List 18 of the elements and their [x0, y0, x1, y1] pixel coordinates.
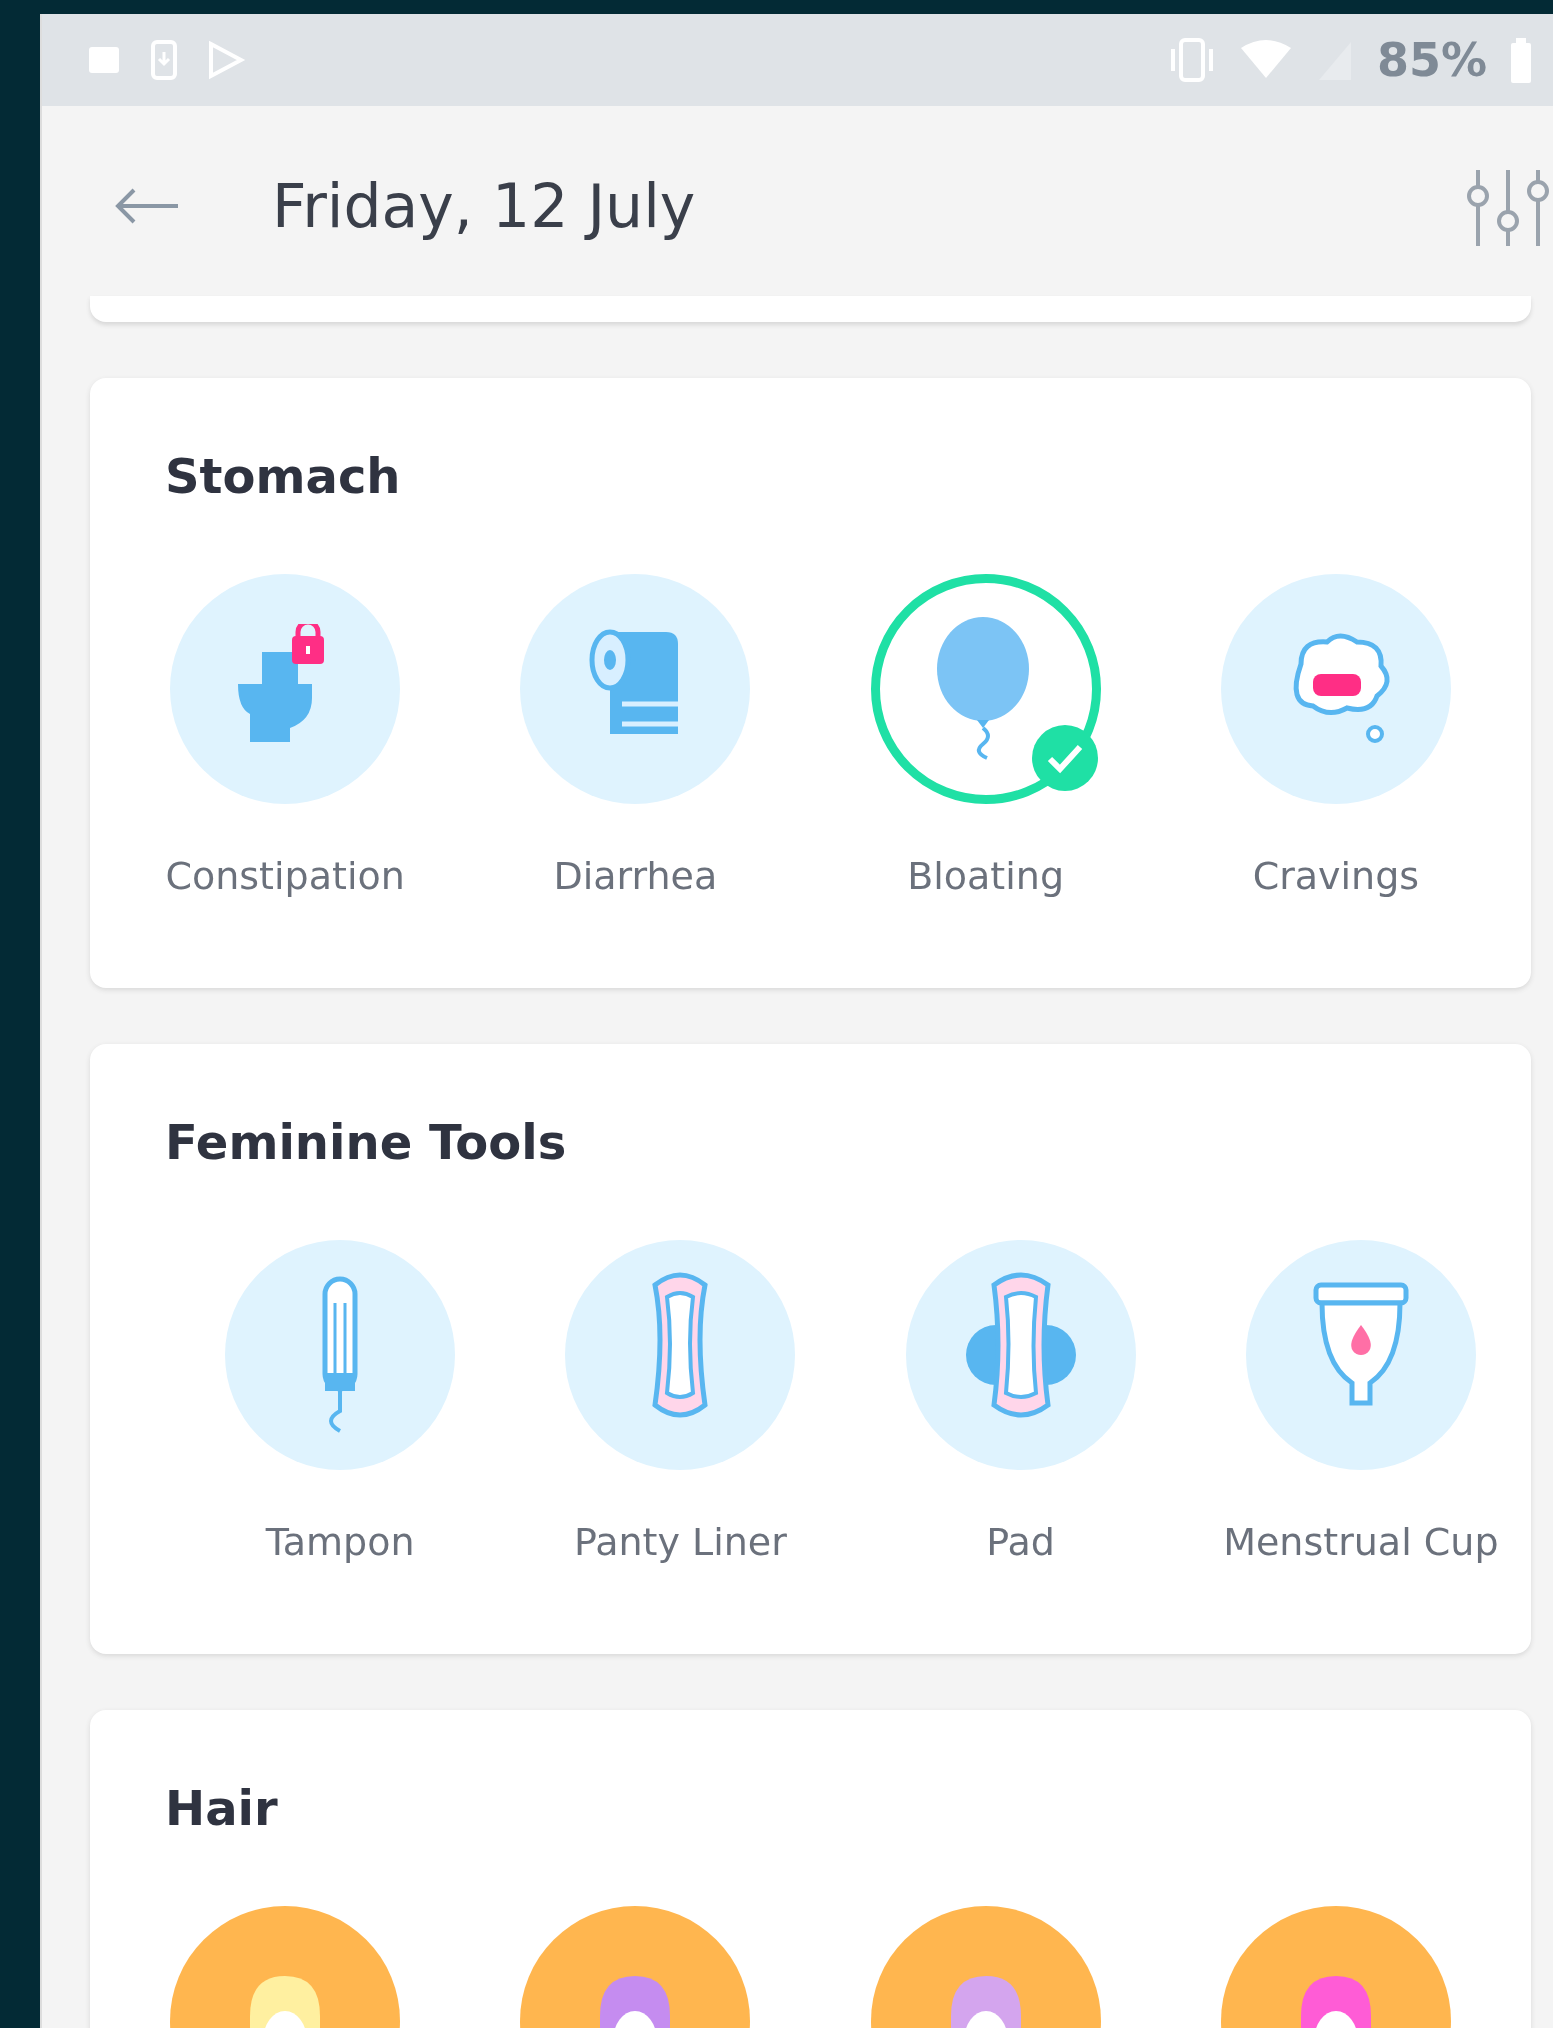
symptom-label: Diarrhea [553, 854, 718, 898]
symptom-label: Bloating [907, 854, 1065, 898]
symptom-label: Cravings [1252, 854, 1420, 898]
page-title: Friday, 12 July [272, 171, 696, 241]
symptom-label: Panty Liner [573, 1520, 787, 1564]
section-title: Hair [165, 1780, 279, 1836]
symptom-label: Menstrual Cup [1223, 1520, 1499, 1564]
section-title: Stomach [165, 448, 402, 504]
wifi-icon [1238, 40, 1293, 80]
battery-icon [1509, 37, 1533, 83]
section-title: Feminine Tools [165, 1114, 568, 1170]
symptom-label: Constipation [165, 854, 405, 898]
play-check-icon [207, 40, 247, 80]
download-icon [151, 40, 177, 80]
battery-percentage: 85% [1376, 33, 1487, 87]
symptom-label: Pad [986, 1520, 1055, 1564]
symptom-label: Tampon [265, 1520, 415, 1564]
checkmark-icon [1029, 723, 1100, 793]
